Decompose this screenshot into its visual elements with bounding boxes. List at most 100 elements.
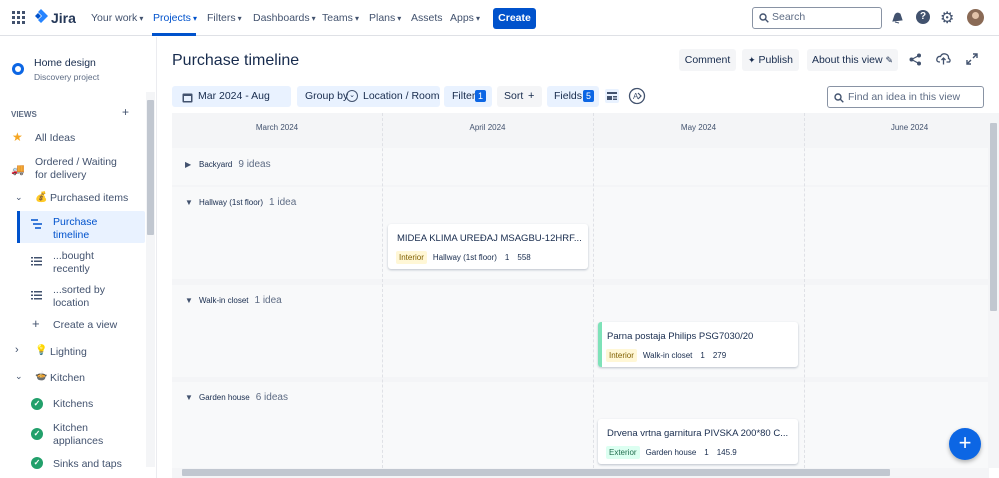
- fields-button[interactable]: Fields 5: [547, 86, 599, 107]
- card-tag: Interior: [606, 349, 637, 362]
- plus-icon: +: [32, 316, 40, 331]
- publish-button[interactable]: ✦ Publish: [742, 49, 799, 71]
- find-idea-search[interactable]: [827, 86, 984, 108]
- views-heading: VIEWS: [11, 110, 37, 119]
- group-name: Backyard: [199, 160, 233, 169]
- page-title: Purchase timeline: [172, 52, 300, 69]
- nav-dashboards[interactable]: Dashboards ▾: [253, 12, 316, 24]
- timeline-icon: [31, 219, 42, 232]
- card-title: Parna postaja Philips PSG7030/20: [607, 331, 754, 342]
- global-search[interactable]: [752, 7, 882, 29]
- date-range-button[interactable]: Mar 2024 - Aug 2024: [172, 86, 291, 123]
- filter-label: Filter: [452, 90, 476, 102]
- nav-plans[interactable]: Plans ▾: [369, 12, 401, 24]
- idea-card[interactable]: Drvena vrtna garnitura PIVSKA 200*80 C..…: [598, 419, 798, 464]
- sidebar-item-kitchens[interactable]: Kitchens: [53, 398, 93, 411]
- sort-button[interactable]: Sort +: [497, 86, 542, 107]
- sidebar-selected-indicator: [17, 211, 20, 243]
- add-idea-fab-button[interactable]: +: [949, 428, 981, 460]
- card-qty: 1: [700, 351, 705, 360]
- create-button[interactable]: Create: [493, 8, 536, 29]
- star-icon: ★: [12, 130, 23, 144]
- delivery-truck-icon: 🚚: [11, 164, 25, 176]
- filter-button[interactable]: Filter 1: [444, 86, 492, 107]
- expand-icon[interactable]: [966, 53, 978, 68]
- jira-logo-text[interactable]: Jira: [51, 10, 76, 26]
- find-idea-input[interactable]: [848, 91, 978, 103]
- card-tag: Exterior: [606, 446, 640, 459]
- nav-projects[interactable]: Projects ▾: [153, 12, 197, 24]
- settings-gear-icon[interactable]: ⚙: [940, 8, 954, 28]
- check-circle-icon: ✓: [31, 457, 43, 469]
- group-header[interactable]: ▶ Backyard 9 ideas: [185, 159, 271, 170]
- group-count: 6 ideas: [255, 392, 288, 403]
- sidebar-item-create-view[interactable]: Create a view: [53, 319, 117, 332]
- sidebar-item-sorted-by-location[interactable]: ...sorted by location: [53, 284, 113, 310]
- notifications-icon[interactable]: [890, 11, 904, 28]
- group-header[interactable]: ▼ Garden house 6 ideas: [185, 392, 288, 403]
- user-avatar[interactable]: [967, 9, 984, 26]
- sidebar-item-purchased-items[interactable]: Purchased items: [50, 192, 128, 205]
- card-location: Walk-in closet: [642, 351, 693, 360]
- nav-teams[interactable]: Teams ▾: [322, 12, 359, 24]
- list-icon: [31, 257, 42, 269]
- timeline-horizontal-scrollbar-thumb[interactable]: [182, 469, 890, 476]
- comment-button[interactable]: Comment: [679, 49, 736, 71]
- month-divider: [382, 113, 383, 468]
- nav-apps-label: Apps: [450, 12, 474, 24]
- nav-active-indicator: [152, 33, 196, 36]
- check-circle-icon: ✓: [31, 398, 43, 410]
- jira-logo-icon[interactable]: [34, 9, 48, 28]
- search-input[interactable]: [772, 11, 877, 23]
- nav-assets[interactable]: Assets: [411, 12, 443, 24]
- card-title: MIDEA KLIMA UREĐAJ MSAGBU-12HRF...: [397, 233, 582, 244]
- sidebar-item-kitchen[interactable]: Kitchen: [50, 372, 85, 385]
- project-type: Discovery project: [34, 72, 100, 82]
- sidebar-item-sinks-and-taps[interactable]: Sinks and taps: [53, 458, 122, 471]
- idea-card[interactable]: Parna postaja Philips PSG7030/20 Interio…: [598, 322, 798, 367]
- chevron-down-icon: ▾: [354, 14, 359, 23]
- chevron-down-icon: ▾: [397, 14, 402, 23]
- sidebar-scrollbar-thumb[interactable]: [147, 100, 154, 235]
- list-icon: [31, 291, 42, 303]
- sidebar-item-bought-recently[interactable]: ...bought recently: [53, 250, 113, 276]
- group-name: Garden house: [199, 393, 250, 402]
- nav-your-work[interactable]: Your work ▾: [91, 12, 143, 24]
- group-header[interactable]: ▼ Hallway (1st floor) 1 idea: [185, 197, 296, 208]
- help-icon[interactable]: ?: [916, 10, 930, 24]
- publish-label: Publish: [758, 54, 793, 66]
- card-price: 558: [517, 253, 531, 262]
- nav-filters[interactable]: Filters ▾: [207, 12, 242, 24]
- cloud-upload-icon[interactable]: [936, 52, 951, 68]
- month-divider: [593, 113, 594, 468]
- add-view-button[interactable]: +: [122, 106, 129, 119]
- idea-card[interactable]: MIDEA KLIMA UREĐAJ MSAGBU-12HRF... Inter…: [388, 224, 588, 269]
- chevron-right-icon: ▶: [185, 160, 192, 169]
- group-row-garden-house: [172, 382, 988, 468]
- about-view-button[interactable]: About this view ✎: [807, 49, 898, 71]
- group-count: 1 idea: [254, 295, 282, 306]
- calendar-icon: [182, 90, 193, 111]
- group-by-label: Group by: [305, 90, 349, 102]
- sidebar-item-kitchen-appliances[interactable]: Kitchen appliances: [53, 422, 113, 448]
- sidebar-item-lighting[interactable]: Lighting: [50, 346, 87, 359]
- card-location: Hallway (1st floor): [432, 253, 497, 262]
- sidebar-item-all-ideas[interactable]: All Ideas: [35, 132, 75, 145]
- project-name[interactable]: Home design: [34, 57, 96, 70]
- timeline-vertical-scrollbar-thumb[interactable]: [990, 123, 997, 311]
- month-header: March 2024: [255, 123, 299, 132]
- autofit-icon[interactable]: A: [628, 87, 646, 108]
- chevron-down-icon[interactable]: ⌄: [15, 192, 23, 203]
- nav-apps[interactable]: Apps ▾: [450, 12, 480, 24]
- share-icon[interactable]: [909, 53, 922, 69]
- layout-icon[interactable]: [605, 89, 619, 106]
- group-header[interactable]: ▼ Walk-in closet 1 idea: [185, 295, 282, 306]
- chevron-down-icon: ▾: [237, 14, 242, 23]
- chevron-down-icon[interactable]: ⌄: [15, 371, 23, 382]
- chevron-right-icon[interactable]: ›: [15, 344, 19, 356]
- app-switcher-icon[interactable]: [12, 11, 25, 27]
- group-by-button[interactable]: Group by ⌄ Location / Room: [297, 86, 440, 107]
- pencil-icon: ✎: [885, 55, 894, 65]
- sidebar-item-ordered-waiting[interactable]: Ordered / Waiting for delivery: [35, 156, 120, 182]
- sidebar-item-purchase-timeline[interactable]: Purchase timeline: [53, 216, 113, 242]
